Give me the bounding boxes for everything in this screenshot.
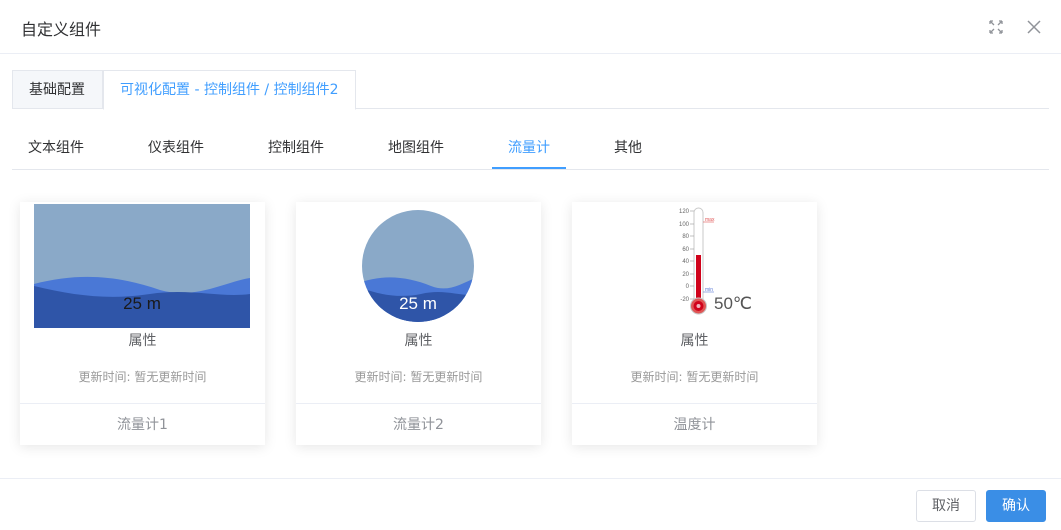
expand-icon[interactable] (984, 15, 1008, 39)
scale-tick: 80 (682, 234, 689, 240)
tab-gauge-component[interactable]: 仪表组件 (148, 128, 204, 170)
dialog-footer: 取消 确认 (0, 478, 1061, 530)
dialog-title: 自定义组件 (21, 20, 102, 39)
update-time-label: 更新时间: (354, 370, 407, 384)
update-time-value: 暂无更新时间 (410, 370, 483, 384)
max-label: max (705, 217, 715, 223)
card-update-time: 更新时间: 暂无更新时间 (572, 368, 817, 385)
thermometer-preview: 120 100 80 60 40 20 0 -20 max min 50℃ (679, 207, 752, 315)
card-name: 温度计 (572, 403, 817, 445)
dialog-header: 自定义组件 (0, 0, 1061, 54)
card-update-time: 更新时间: 暂无更新时间 (296, 368, 541, 385)
card-name: 流量计2 (296, 403, 541, 445)
temperature-value: 50℃ (714, 294, 752, 313)
tab-basic-config[interactable]: 基础配置 (12, 70, 103, 109)
scale-tick: 120 (679, 209, 690, 215)
component-card[interactable]: 25 m 属性 更新时间: 暂无更新时间 流量计1 (20, 202, 265, 445)
update-time-value: 暂无更新时间 (686, 370, 759, 384)
component-card[interactable]: 120 100 80 60 40 20 0 -20 max min 50℃ 属性 (572, 202, 817, 445)
scale-tick: 40 (682, 259, 689, 265)
tab-other[interactable]: 其他 (614, 128, 642, 170)
confirm-button[interactable]: 确认 (986, 490, 1046, 522)
scale-tick: -20 (680, 297, 689, 303)
flowmeter-circle-preview: 25 m (362, 210, 474, 322)
scale-tick: 100 (679, 222, 690, 228)
flowmeter-value: 25 m (123, 294, 161, 313)
update-time-label: 更新时间: (630, 370, 683, 384)
scale-tick: 60 (682, 247, 689, 253)
update-time-value: 暂无更新时间 (134, 370, 207, 384)
update-time-label: 更新时间: (78, 370, 131, 384)
tab-flowmeter[interactable]: 流量计 (508, 128, 550, 170)
card-name: 流量计1 (20, 403, 265, 445)
card-update-time: 更新时间: 暂无更新时间 (20, 368, 265, 385)
scale-tick: 20 (682, 272, 689, 278)
close-icon[interactable] (1022, 15, 1046, 39)
tab-text-component[interactable]: 文本组件 (28, 128, 84, 170)
component-category-tabs: 文本组件 仪表组件 控制组件 地图组件 流量计 其他 (12, 128, 1049, 170)
card-attr-label: 属性 (680, 333, 709, 349)
tab-control-component[interactable]: 控制组件 (268, 128, 324, 170)
card-attr-label: 属性 (128, 333, 157, 349)
custom-component-dialog: 自定义组件 基础配置 可视化配置 - 控制组件 / 控制组件2 文本组件 仪表组… (0, 0, 1061, 530)
active-tab-indicator (492, 167, 566, 169)
flowmeter-square-preview: 25 m (34, 204, 250, 328)
component-card[interactable]: 25 m 属性 更新时间: 暂无更新时间 流量计2 (296, 202, 541, 445)
tab-map-component[interactable]: 地图组件 (388, 128, 444, 170)
tab-visual-config[interactable]: 可视化配置 - 控制组件 / 控制组件2 (103, 70, 356, 110)
flowmeter-value: 25 m (399, 294, 437, 313)
card-attr-label: 属性 (404, 333, 433, 349)
min-label: min (705, 287, 713, 293)
scale-tick: 0 (686, 284, 690, 290)
cancel-button[interactable]: 取消 (916, 490, 976, 522)
config-tabs: 基础配置 可视化配置 - 控制组件 / 控制组件2 (12, 70, 1049, 110)
